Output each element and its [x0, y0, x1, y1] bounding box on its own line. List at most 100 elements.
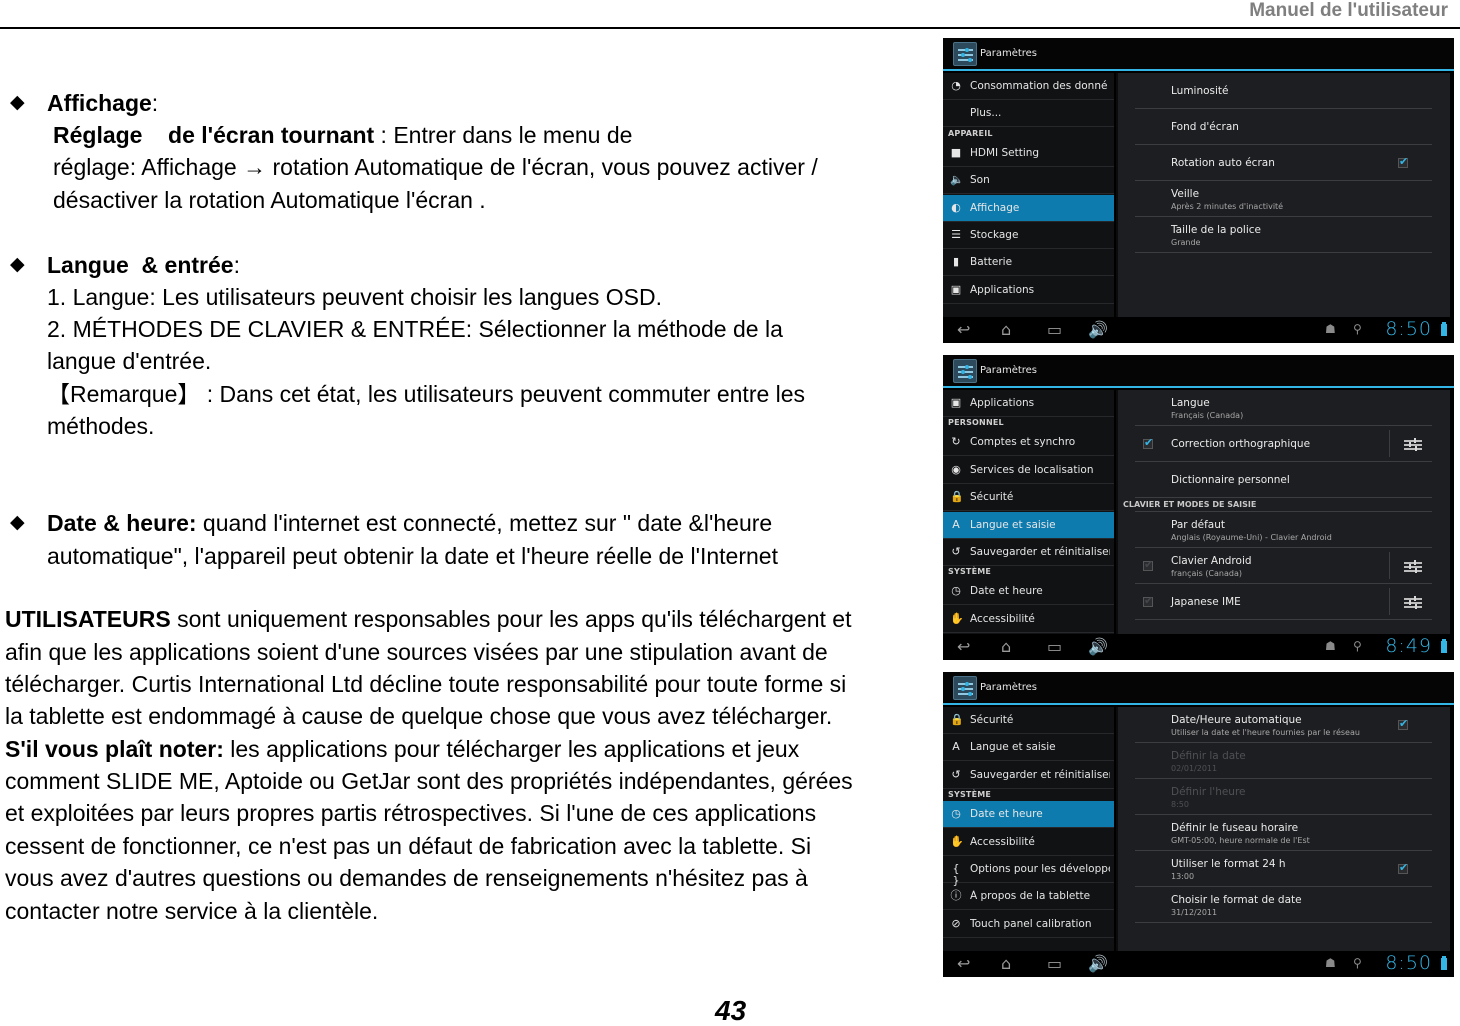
- settings-app-icon[interactable]: [953, 359, 977, 383]
- settings-tune-icon[interactable]: [1404, 595, 1422, 609]
- settings-category-item[interactable]: ↻ Comptes et synchro: [943, 429, 1114, 457]
- settings-category-item[interactable]: ☰ Stockage: [943, 222, 1114, 249]
- settings-app-icon[interactable]: [953, 42, 977, 66]
- settings-category-item[interactable]: ◉ Services de localisation: [943, 457, 1114, 484]
- preference-title: Rotation auto écran: [1171, 157, 1275, 169]
- lock-icon: 🔒: [950, 490, 964, 504]
- settings-category-item[interactable]: A Langue et saisie: [943, 511, 1114, 539]
- note-line-4: cessent de fonctionner, ce n'est pas un …: [5, 833, 812, 859]
- system-navigation-bar: ↩ ⌂ ▭ 🔊 ☗ ⚲ 8:49: [943, 634, 1454, 660]
- category-label: Applications: [970, 397, 1035, 409]
- settings-preference-item[interactable]: Taille de la police Grande: [1135, 217, 1432, 253]
- back-icon[interactable]: ↩: [957, 321, 970, 339]
- display-icon: ◐: [951, 200, 961, 214]
- settings-category-item[interactable]: ◔ Consommation des donné: [943, 73, 1114, 100]
- settings-preference-item[interactable]: Par défaut Anglais (Royaume-Uni) - Clavie…: [1135, 512, 1432, 548]
- settings-category-item[interactable]: ⊘ Touch panel calibration: [943, 911, 1114, 938]
- settings-category-item[interactable]: ↺ Sauvegarder et réinitialiser: [943, 539, 1114, 566]
- settings-preference-item[interactable]: Dictionnaire personnel: [1135, 462, 1432, 498]
- category-label: Sécurité: [970, 491, 1014, 504]
- settings-category-item[interactable]: ✋ Accessibilité: [943, 829, 1114, 856]
- settings-category-item[interactable]: ✋ Accessibilité: [943, 606, 1114, 633]
- recent-apps-icon[interactable]: ▭: [1047, 638, 1062, 656]
- back-icon[interactable]: ↩: [957, 955, 970, 973]
- preference-checkbox[interactable]: [1398, 717, 1408, 730]
- category-label: À propos de la tablette: [970, 890, 1091, 903]
- volume-icon[interactable]: 🔊: [1088, 955, 1108, 973]
- home-icon[interactable]: ⌂: [1001, 321, 1011, 339]
- recent-apps-icon[interactable]: ▭: [1047, 321, 1062, 339]
- settings-preference-item[interactable]: Japanese IME: [1135, 584, 1432, 620]
- category-section-header: PERSONNEL: [948, 418, 1004, 428]
- volume-icon[interactable]: 🔊: [1088, 638, 1108, 656]
- settings-category-item[interactable]: 🔈 Son: [943, 167, 1114, 195]
- preference-checkbox[interactable]: [1398, 861, 1408, 874]
- settings-category-item[interactable]: ■ HDMI Setting: [943, 140, 1114, 167]
- langue-line-3: langue d'entrée.: [47, 348, 212, 374]
- home-icon[interactable]: ⌂: [1001, 638, 1011, 656]
- settings-preference-item[interactable]: Fond d'écran: [1135, 109, 1432, 145]
- settings-preference-item[interactable]: Langue Français (Canada): [1135, 390, 1432, 426]
- back-icon[interactable]: ↩: [957, 638, 970, 656]
- recent-apps-icon[interactable]: ▭: [1047, 955, 1062, 973]
- settings-category-item[interactable]: Plus...: [943, 100, 1114, 128]
- settings-category-item[interactable]: ▮ Batterie: [943, 249, 1114, 277]
- settings-tune-icon[interactable]: [1404, 437, 1422, 451]
- settings-preference-item[interactable]: Date/Heure automatique Utiliser la date e…: [1135, 707, 1432, 743]
- android-debug-icon: ☗: [1325, 322, 1336, 336]
- system-navigation-bar: ↩ ⌂ ▭ 🔊 ☗ ⚲ 8:50: [943, 951, 1454, 977]
- settings-app-icon[interactable]: [953, 676, 977, 700]
- settings-category-item[interactable]: ◐ Affichage: [943, 194, 1114, 222]
- preference-checkbox[interactable]: [1143, 594, 1153, 607]
- preference-checkbox[interactable]: [1143, 558, 1153, 571]
- settings-category-item[interactable]: ▣ Applications: [943, 390, 1114, 417]
- language-icon: A: [952, 517, 960, 531]
- settings-preference-item[interactable]: Rotation auto écran: [1135, 145, 1432, 181]
- settings-category-item[interactable]: { } Options pour les développe: [943, 856, 1114, 887]
- preference-summary: 13:00: [1171, 872, 1195, 881]
- preference-title: Utiliser le format 24 h: [1171, 858, 1286, 870]
- screenshot-display-settings: Paramètres ◔ Consommation des donné Plus...…: [943, 38, 1454, 343]
- settings-category-item[interactable]: 🔒 Sécurité: [943, 707, 1114, 734]
- settings-tune-icon[interactable]: [1404, 559, 1422, 573]
- settings-category-item[interactable]: ◷ Date et heure: [943, 801, 1114, 829]
- settings-preference-item[interactable]: Utiliser le format 24 h 13:00: [1135, 851, 1432, 887]
- android-debug-icon: ☗: [1325, 956, 1336, 970]
- status-clock[interactable]: 8:49: [1385, 635, 1432, 657]
- status-clock[interactable]: 8:50: [1385, 952, 1432, 974]
- settings-category-item[interactable]: ▣ Applications: [943, 277, 1114, 304]
- settings-category-item[interactable]: 🔒 Sécurité: [943, 484, 1114, 512]
- backup-icon: ↺: [951, 767, 961, 781]
- preference-checkbox[interactable]: [1143, 436, 1153, 449]
- settings-preference-item[interactable]: Luminosité: [1135, 73, 1432, 109]
- category-label: Batterie: [970, 256, 1013, 269]
- settings-preference-item[interactable]: Veille Après 2 minutes d'inactivité: [1135, 181, 1432, 217]
- action-bar: Paramètres: [943, 672, 1454, 705]
- preference-title: Choisir le format de date: [1171, 894, 1302, 906]
- category-label: Son: [970, 174, 990, 187]
- settings-preference-item[interactable]: Clavier Android français (Canada): [1135, 548, 1432, 584]
- status-clock[interactable]: 8:50: [1385, 318, 1432, 340]
- settings-category-item[interactable]: A Langue et saisie: [943, 734, 1114, 762]
- settings-categories-list: 🔒 Sécurité A Langue et saisie ↺ Sauvegarder e…: [943, 707, 1114, 951]
- home-icon[interactable]: ⌂: [1001, 955, 1011, 973]
- disclaimer-line-4: la tablette est endommagé à cause de que…: [5, 703, 833, 729]
- volume-icon[interactable]: 🔊: [1088, 321, 1108, 339]
- preference-checkbox[interactable]: [1398, 155, 1408, 168]
- settings-category-item[interactable]: ◷ Date et heure: [943, 578, 1114, 606]
- clock-icon: ◷: [951, 584, 961, 598]
- settings-category-item[interactable]: ↺ Sauvegarder et réinitialiser: [943, 762, 1114, 789]
- screenshot-language-settings: Paramètres ▣ Applications PERSONNEL ↻ Comptes…: [943, 355, 1454, 660]
- preference-summary: 31/12/2011: [1171, 908, 1218, 917]
- date-line-2: automatique", l'appareil peut obtenir la…: [47, 543, 778, 569]
- settings-detail-list: Date/Heure automatique Utiliser la date e…: [1116, 707, 1450, 951]
- diamond-bullet-icon: ◆: [10, 254, 25, 275]
- location-icon: ◉: [951, 462, 961, 476]
- settings-category-item[interactable]: ⓘ À propos de la tablette: [943, 883, 1114, 911]
- note-line-3: et exploitées par leurs propres partis r…: [5, 800, 817, 826]
- settings-preference-item[interactable]: Choisir le format de date 31/12/2011: [1135, 887, 1432, 923]
- settings-preference-item[interactable]: Correction orthographique: [1135, 426, 1432, 462]
- preference-summary: Grande: [1171, 238, 1201, 247]
- settings-preference-item[interactable]: Définir le fuseau horaire GMT-05:00, heur…: [1135, 815, 1432, 851]
- android-debug-icon: ☗: [1325, 639, 1336, 653]
